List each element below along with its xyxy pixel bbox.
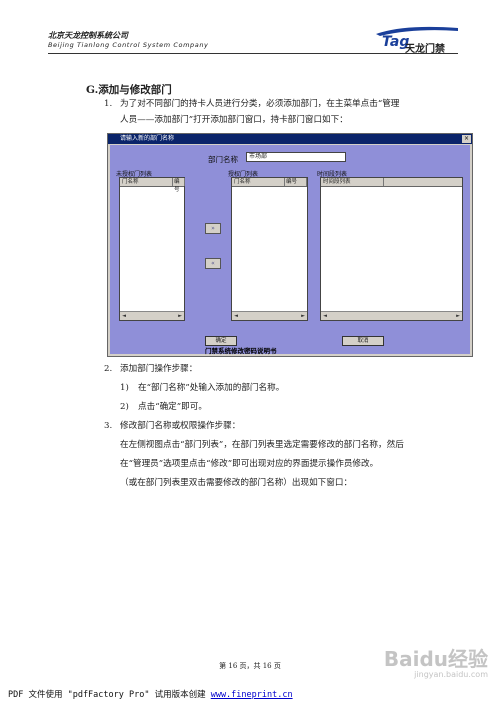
paragraph-line: 在“部门名称”处输入添加的部门名称。 <box>138 383 285 393</box>
scroll-right-icon[interactable]: ► <box>454 312 462 320</box>
company-name-cn: 北京天龙控制系统公司 <box>48 31 128 40</box>
scroll-left-icon[interactable]: ◄ <box>120 312 128 320</box>
scroll-left-icon[interactable]: ◄ <box>321 312 329 320</box>
move-right-button[interactable]: » <box>205 223 221 234</box>
col-number[interactable]: 编号 <box>284 178 307 186</box>
item-number: 3. <box>104 421 113 431</box>
dialog-caption: 门禁系统修改密码说明书 <box>205 347 277 355</box>
header-divider <box>48 53 458 54</box>
col-time-period[interactable]: 时间段列表 <box>321 178 384 186</box>
paragraph-line: 添加部门操作步骤： <box>120 364 198 374</box>
add-department-dialog: 请输入新的部门名称 × 部门名称 市场部 未授权门列表 门名称 编号 ◄ ► »… <box>107 133 473 357</box>
horizontal-scrollbar[interactable]: ◄ ► <box>232 311 307 320</box>
item-number: 1. <box>104 99 113 109</box>
scroll-left-icon[interactable]: ◄ <box>232 312 240 320</box>
pdf-notice-text: PDF 文件使用 "pdfFactory Pro" 试用版本创建 <box>8 690 211 700</box>
watermark: Baidu经验 jingyan.baidu.com <box>384 648 488 679</box>
paragraph-line: 在左侧视图点击“部门列表”，在部门列表里选定需要修改的部门名称，然后 <box>120 440 404 450</box>
paragraph-line: 修改部门名称或权限操作步骤： <box>120 421 241 431</box>
dialog-body: 部门名称 市场部 未授权门列表 门名称 编号 ◄ ► » « 授权门列表 门名称… <box>110 145 470 355</box>
col-door-name[interactable]: 门名称 <box>120 178 173 186</box>
dept-name-input[interactable]: 市场部 <box>246 152 346 162</box>
watermark-brand: Baidu经验 <box>383 647 488 671</box>
authorized-doors-list[interactable]: 门名称 编号 ◄ ► <box>231 177 308 321</box>
horizontal-scrollbar[interactable]: ◄ ► <box>321 311 462 320</box>
item-number: 2. <box>104 364 113 374</box>
fineprint-link[interactable]: www.fineprint.cn <box>211 690 293 700</box>
col-number[interactable]: 编号 <box>172 178 185 193</box>
paragraph-line: 在“管理员”选项里点击“修改”即可出现对应的界面提示操作员修改。 <box>120 459 379 469</box>
unauthorized-doors-list[interactable]: 门名称 编号 ◄ ► <box>119 177 185 321</box>
scroll-right-icon[interactable]: ► <box>299 312 307 320</box>
scroll-right-icon[interactable]: ► <box>176 312 184 320</box>
horizontal-scrollbar[interactable]: ◄ ► <box>120 311 184 320</box>
close-icon[interactable]: × <box>462 135 471 143</box>
list-header: 时间段列表 <box>321 178 462 187</box>
paragraph-line: （或在部门列表里双击需要修改的部门名称）出现如下窗口： <box>120 478 353 488</box>
col-door-name[interactable]: 门名称 <box>232 178 285 186</box>
list-header: 门名称 编号 <box>232 178 307 187</box>
time-periods-list[interactable]: 时间段列表 ◄ ► <box>320 177 463 321</box>
dept-name-label: 部门名称 <box>208 155 238 164</box>
move-left-button[interactable]: « <box>205 258 221 269</box>
section-title: G.添加与修改部门 <box>86 84 172 96</box>
item-number: 2) <box>120 402 129 412</box>
dialog-titlebar: 请输入新的部门名称 <box>108 134 472 144</box>
cancel-button[interactable]: 取消 <box>342 336 384 346</box>
pdf-notice: PDF 文件使用 "pdfFactory Pro" 试用版本创建 www.fin… <box>8 688 293 700</box>
dialog-title: 请输入新的部门名称 <box>120 135 175 142</box>
item-number: 1) <box>120 383 129 393</box>
watermark-url: jingyan.baidu.com <box>414 670 488 679</box>
company-name-en: Beijing Tianlong Control System Company <box>48 41 209 49</box>
paragraph-line: 为了对不同部门的持卡人员进行分类，必须添加部门，在主菜单点击“管理 <box>120 99 400 109</box>
paragraph-line: 点击“确定”即可。 <box>138 402 207 412</box>
paragraph-line: 人员——添加部门”打开添加部门窗口，持卡部门窗口如下： <box>120 115 348 125</box>
list-header: 门名称 编号 <box>120 178 185 193</box>
